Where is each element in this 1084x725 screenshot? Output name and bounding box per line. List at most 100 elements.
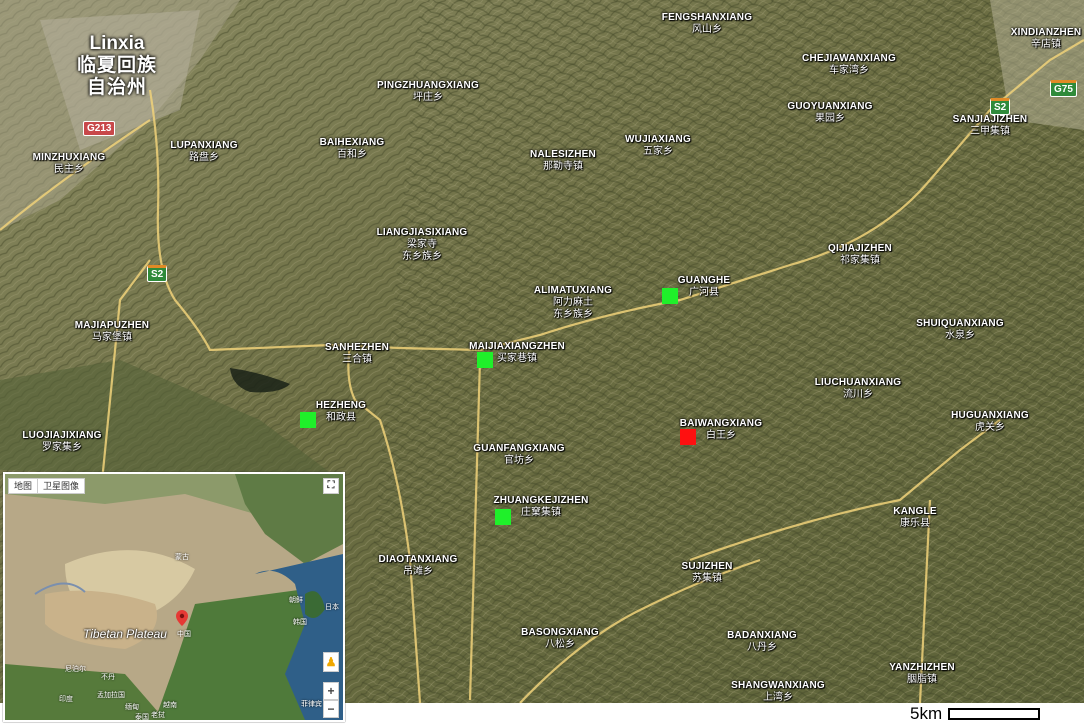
place-label-yanzhizhen: YANZHIZHEN 胭脂镇 (889, 662, 955, 686)
place-name-zh: 马家堡镇 (92, 332, 132, 343)
place-name-en: SHANGWANXIANG (731, 680, 825, 691)
place-label-guoyuanxiang: GUOYUANXIANG 果园乡 (787, 101, 872, 125)
place-label-kangle: KANGLE 康乐县 (893, 506, 936, 530)
place-name-zh: 虎关乡 (974, 422, 1005, 433)
place-label-xindianzhen: XINDIANZHEN 辛店镇 (1011, 27, 1082, 51)
place-label-hezheng: HEZHENG 和政县 (316, 400, 366, 424)
place-name-zh: 百和乡 (336, 149, 367, 160)
place-name-zh: 民主乡 (53, 164, 84, 175)
place-label-guanghe: GUANGHE 广河县 (678, 275, 731, 299)
place-label-baihexiang: BAIHEXIANG 百和乡 (320, 137, 385, 161)
inset-tab-map[interactable]: 地图 (8, 478, 39, 494)
inset-label-nkorea: 朝鲜 (289, 597, 303, 604)
scale-bar: 5km (910, 704, 1041, 724)
inset-label-bhutan: 不丹 (101, 674, 115, 681)
place-name-zh: 八松乡 (544, 639, 575, 650)
place-name-zh: 风山乡 (691, 24, 722, 35)
inset-label-japan: 日本 (325, 604, 339, 611)
place-name-en: WUJIAXIANG (625, 134, 691, 145)
place-label-majiapuzhen: MAJIAPUZHEN 马家堡镇 (75, 320, 149, 344)
place-name-zh: 上湾乡 (763, 692, 793, 703)
place-name-zh: 水泉乡 (944, 330, 975, 341)
place-name-en: LIUCHUANXIANG (814, 377, 902, 388)
inset-label-india: 印度 (59, 696, 73, 703)
city-label-linxia: Linxia 临夏回族自治州 (77, 33, 157, 99)
place-label-luojiajixiang: LUOJIAJIXIANG 罗家集乡 (22, 430, 101, 454)
place-name-zh: 果园乡 (815, 113, 845, 124)
inset-label-philippines: 菲律宾 (301, 701, 322, 708)
place-label-guanfangxiang: GUANFANGXIANG 官坊乡 (473, 443, 565, 467)
place-label-chejiawanxiang: CHEJIAWANXIANG 车家湾乡 (802, 53, 896, 77)
inset-label-myanmar: 缅甸 (125, 704, 139, 711)
place-name-zh: 吊滩乡 (402, 566, 433, 577)
inset-label-nepal: 尼泊尔 (65, 666, 86, 673)
place-name-en: QIJIAJIZHEN (828, 243, 892, 254)
place-label-lupanxiang: LUPANXIANG 路盘乡 (170, 140, 237, 164)
place-name-en: XINDIANZHEN (1010, 27, 1082, 38)
place-name-en: CHEJIAWANXIANG (802, 53, 896, 64)
place-label-shangwanxiang: SHANGWANXIANG 上湾乡 (731, 680, 825, 703)
inset-overview-map[interactable]: 地图 卫星图像 ⛶ ♟ + − 中国 蒙古 朝鲜 韩国 日本 印度 孟加拉国 缅… (3, 472, 345, 722)
place-name-en: NALESIZHEN (530, 149, 596, 160)
place-label-liangjiasixiang: LIANGJIASIXIANG 梁家寺 东乡族乡 (377, 227, 468, 263)
marker-maijiaxiangzhen (477, 352, 493, 368)
place-name-en: HEZHENG (315, 400, 367, 411)
marker-zhuangkejizhen (495, 509, 511, 525)
zoom-in-button[interactable]: + (323, 682, 339, 700)
place-name-zh: 路盘乡 (189, 152, 219, 163)
place-name-en: GUANFANGXIANG (473, 443, 565, 454)
road-shield-s2-east: S2 (990, 98, 1011, 115)
place-name-en: YANZHIZHEN (889, 662, 955, 673)
place-name-zh: 康乐县 (899, 518, 930, 529)
place-label-shuiquanxiang: SHUIQUANXIANG 水泉乡 (916, 318, 1004, 342)
place-name-en: DIAOTANXIANG (378, 554, 458, 565)
road-shield-g213: G213 (83, 121, 116, 136)
inset-label-thailand: 泰国 (135, 714, 149, 721)
place-name-en: LUPANXIANG (170, 140, 238, 151)
zoom-out-button[interactable]: − (323, 700, 339, 718)
inset-label-country: 中国 (177, 631, 191, 638)
place-name-zh: 三甲集镇 (969, 126, 1010, 137)
place-label-huguanxiang: HUGUANXIANG 虎关乡 (951, 410, 1029, 434)
place-name-en: LIANGJIASIXIANG (376, 227, 468, 238)
scale-bar-graphic (948, 708, 1041, 720)
inset-label-vietnam: 越南 (163, 702, 177, 709)
place-name-en: ZHUANGKEJIZHEN (493, 495, 589, 506)
place-name-en: MAJIAPUZHEN (74, 320, 150, 331)
place-name-en: SANJIAJIZHEN (952, 114, 1028, 125)
place-label-alimatuxiang: ALIMATUXIANG 阿力麻土 东乡族乡 (534, 285, 612, 321)
place-name-en: SHUIQUANXIANG (916, 318, 1004, 329)
place-label-fengshanxiang: FENGSHANXIANG 风山乡 (662, 12, 752, 36)
place-name-en: FENGSHANXIANG (661, 12, 753, 23)
place-label-basongxiang: BASONGXIANG 八松乡 (521, 627, 599, 651)
place-name-zh: 辛店镇 (1030, 39, 1061, 50)
place-name-zh: 祁家集镇 (839, 255, 880, 266)
place-label-wujiaxiang: WUJIAXIANG 五家乡 (625, 134, 691, 158)
road-shield-g75: G75 (1050, 80, 1077, 97)
place-label-sanhezhen: SANHEZHEN 三合镇 (325, 342, 389, 366)
inset-label-bangladesh: 孟加拉国 (97, 692, 125, 699)
inset-label-laos: 老挝 (151, 712, 165, 719)
place-name-zh: 罗家集乡 (42, 442, 82, 453)
inset-label-skorea: 韩国 (293, 619, 307, 626)
road-shield-s2-west: S2 (147, 265, 168, 282)
inset-label-mongolia: 蒙古 (175, 554, 189, 561)
place-name-zh: 车家湾乡 (829, 65, 869, 76)
city-name-en: Linxia (89, 33, 145, 54)
place-name-en: GUANGHE (677, 275, 731, 286)
place-name-en: SUJIZHEN (681, 561, 733, 572)
pegman-icon[interactable]: ♟ (323, 652, 339, 672)
marker-hezheng (300, 412, 316, 428)
place-name-en: BASONGXIANG (521, 627, 599, 638)
place-name-zh: 八丹乡 (747, 642, 777, 653)
place-label-badanxiang: BADANXIANG 八丹乡 (727, 630, 797, 654)
city-name-zh: 临夏回族自治州 (77, 55, 158, 98)
place-name-zh: 阿力麻土 东乡族乡 (552, 297, 593, 320)
place-name-zh: 坪庄乡 (413, 92, 443, 103)
place-name-en: LUOJIAJIXIANG (22, 430, 102, 441)
place-label-qijiajizhen: QIJIAJIZHEN 祁家集镇 (828, 243, 892, 267)
inset-tab-satellite[interactable]: 卫星图像 (37, 478, 86, 494)
place-label-sanjiajizhen: SANJIAJIZHEN 三甲集镇 (953, 114, 1028, 138)
place-name-zh: 流川乡 (843, 389, 873, 400)
fullscreen-icon[interactable]: ⛶ (323, 478, 339, 494)
